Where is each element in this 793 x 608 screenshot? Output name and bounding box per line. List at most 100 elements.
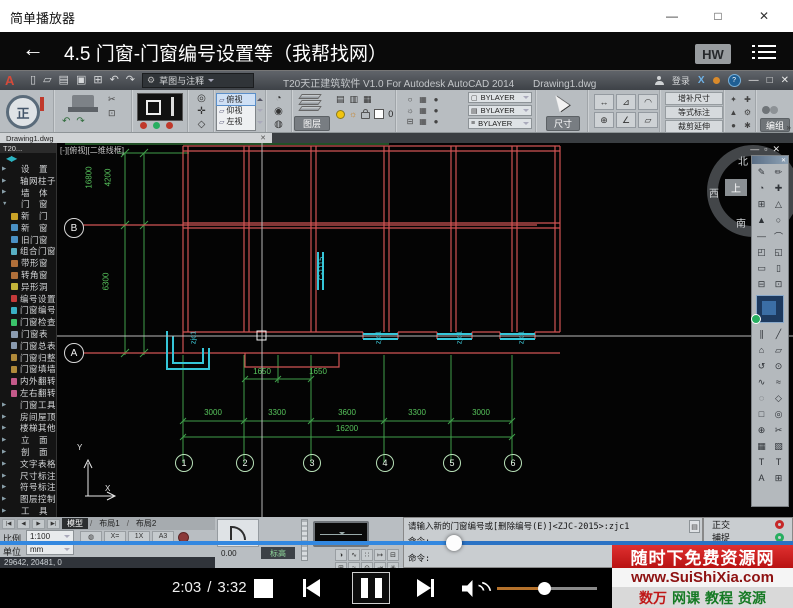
qat-icon[interactable]: ↷: [126, 74, 135, 87]
sidebar-item[interactable]: 带形窗: [0, 257, 56, 269]
viewport-label[interactable]: [-][俯视][二维线框]: [60, 145, 124, 156]
autocad-logo-icon[interactable]: A: [5, 73, 14, 88]
minimize-button[interactable]: —: [649, 0, 695, 32]
palette-icon[interactable]: ○: [770, 212, 787, 228]
next-button[interactable]: [417, 579, 434, 597]
dwg-minimize-icon[interactable]: —: [750, 144, 764, 154]
palette-icon[interactable]: ✂: [770, 422, 787, 438]
small-tool-icon[interactable]: ✦: [727, 93, 740, 105]
exchange-apps-icon[interactable]: X: [698, 75, 705, 86]
palette-icon[interactable]: ⊙: [770, 358, 787, 374]
palette-icon[interactable]: ▱: [770, 342, 787, 358]
sidebar-item[interactable]: ▶ 尺寸标注: [0, 470, 56, 482]
property-icon[interactable]: ▦: [417, 105, 429, 115]
sidebar-item[interactable]: 旧门窗: [0, 234, 56, 246]
dimension-tool-icon[interactable]: ∠: [616, 112, 636, 128]
lock-icon[interactable]: [361, 109, 371, 119]
cad-minimize-button[interactable]: —: [749, 75, 759, 86]
sun-icon[interactable]: ☼: [349, 110, 357, 119]
bulb-icon[interactable]: [336, 109, 345, 119]
viewcube-south[interactable]: 南: [736, 215, 746, 230]
next-tab-button[interactable]: ▶: [32, 518, 45, 529]
t20-logo-icon[interactable]: 正: [6, 95, 40, 129]
status-toggle-icon[interactable]: ∷: [361, 549, 373, 561]
sidebar-item[interactable]: 门窗总表: [0, 340, 56, 352]
dimension-tool-icon[interactable]: ◠: [638, 94, 658, 110]
dwg-window-controls[interactable]: —▫✕: [750, 144, 785, 155]
prev-tab-button[interactable]: ◀: [17, 518, 30, 529]
small-tool-icon[interactable]: ✚: [741, 93, 754, 105]
palette-icon[interactable]: T: [770, 454, 787, 470]
viewcube-west[interactable]: 西: [709, 185, 719, 200]
layer-tool-icon[interactable]: ▥: [350, 94, 359, 105]
property-icon[interactable]: ☼: [404, 105, 416, 115]
green-dot-icon[interactable]: [153, 122, 160, 129]
red-dot-icon[interactable]: [140, 122, 147, 129]
sidebar-item[interactable]: ▶ 设 置: [0, 163, 56, 175]
help-icon[interactable]: ?: [727, 74, 741, 87]
orbit-icon[interactable]: ◍: [274, 119, 283, 130]
sidebar-item[interactable]: ▶ 墙 体: [0, 187, 56, 199]
palette-icon[interactable]: ∥: [753, 326, 770, 342]
palette-icon[interactable]: ◱: [770, 244, 787, 260]
status-toggle-icon[interactable]: ⊟: [387, 549, 399, 561]
stamp-icon[interactable]: [68, 95, 98, 112]
login-button[interactable]: 登录: [672, 74, 690, 87]
palette-icon[interactable]: ⊞: [770, 470, 787, 486]
lineweight-dropdown[interactable]: ≡ BYLAYER: [468, 118, 532, 129]
sidebar-item[interactable]: 门窗编号: [0, 305, 56, 317]
dim-text-button[interactable]: 增补尺寸: [665, 92, 723, 105]
qat-icon[interactable]: ↶: [110, 74, 119, 87]
view-list-item[interactable]: ▱ 左视: [217, 116, 255, 127]
sidebar-item[interactable]: 转角窗: [0, 269, 56, 281]
sidebar-item[interactable]: ▶ 剖 面: [0, 446, 56, 458]
qat-icon[interactable]: ▣: [76, 74, 86, 87]
scroll-down-icon[interactable]: [257, 109, 263, 115]
palette-icon[interactable]: ∿: [753, 374, 770, 390]
palette-icon[interactable]: ▧: [770, 438, 787, 454]
dimension-tool-icon[interactable]: ↔: [594, 94, 614, 110]
dimension-tool-icon[interactable]: ⊕: [594, 112, 614, 128]
cad-maximize-button[interactable]: □: [767, 75, 773, 86]
palette-icon[interactable]: ◔: [753, 180, 770, 196]
workspace-dropdown[interactable]: ⚙ 草图与注释: [142, 73, 254, 88]
sidebar-item[interactable]: 左右翻转: [0, 387, 56, 399]
sidebar-item[interactable]: ▶ 文字表格: [0, 458, 56, 470]
palette-icon[interactable]: ⊕: [753, 422, 770, 438]
pause-button[interactable]: [352, 572, 390, 604]
file-tab-close-icon[interactable]: ✕: [260, 134, 266, 142]
palette-icon[interactable]: ≈: [770, 374, 787, 390]
property-icon[interactable]: ●: [430, 94, 442, 104]
navigate-icon[interactable]: ◇: [198, 119, 206, 130]
sidebar-item[interactable]: 内外翻转: [0, 375, 56, 387]
sidebar-item[interactable]: 新 窗: [0, 222, 56, 234]
status-toggle-icon[interactable]: ◑: [335, 549, 347, 561]
small-tool-icon[interactable]: ▲: [727, 106, 740, 118]
red-dot-icon[interactable]: [166, 122, 173, 129]
ortho-state-icon[interactable]: [775, 520, 784, 529]
sidebar-item[interactable]: ▼ 门 窗: [0, 198, 56, 210]
ortho-toggle[interactable]: 正交: [704, 518, 792, 531]
layer-tool-icon[interactable]: ▦: [363, 94, 372, 105]
scroll-down-icon[interactable]: [257, 121, 263, 127]
back-arrow-icon[interactable]: ←: [22, 36, 44, 62]
palette-icon[interactable]: ⊡: [770, 276, 787, 292]
qat-icon[interactable]: ⊞: [93, 74, 102, 87]
small-tool-icon[interactable]: ●: [727, 119, 740, 131]
qat-icon[interactable]: ▤: [59, 74, 69, 87]
notification-icon[interactable]: [712, 77, 720, 84]
palette-icon[interactable]: ⌂: [753, 342, 770, 358]
sidebar-item[interactable]: 门窗填墙: [0, 364, 56, 376]
small-tool-icon[interactable]: ✱: [741, 119, 754, 131]
group-label-button[interactable]: 编组: [760, 118, 790, 132]
sidebar-collapse-icon[interactable]: ◀▶: [0, 153, 56, 163]
first-tab-button[interactable]: |◀: [2, 518, 15, 529]
palette-icon[interactable]: ✏: [770, 164, 787, 180]
close-button[interactable]: ✕: [741, 0, 787, 32]
dimension-tool-icon[interactable]: ⊿: [616, 94, 636, 110]
palette-icon[interactable]: ↺: [753, 358, 770, 374]
tab-layout2[interactable]: 布局2: [131, 518, 161, 529]
volume-slider-track[interactable]: [545, 587, 597, 590]
palette-icon[interactable]: T: [753, 454, 770, 470]
sidebar-item[interactable]: ▶ 立 面: [0, 434, 56, 446]
